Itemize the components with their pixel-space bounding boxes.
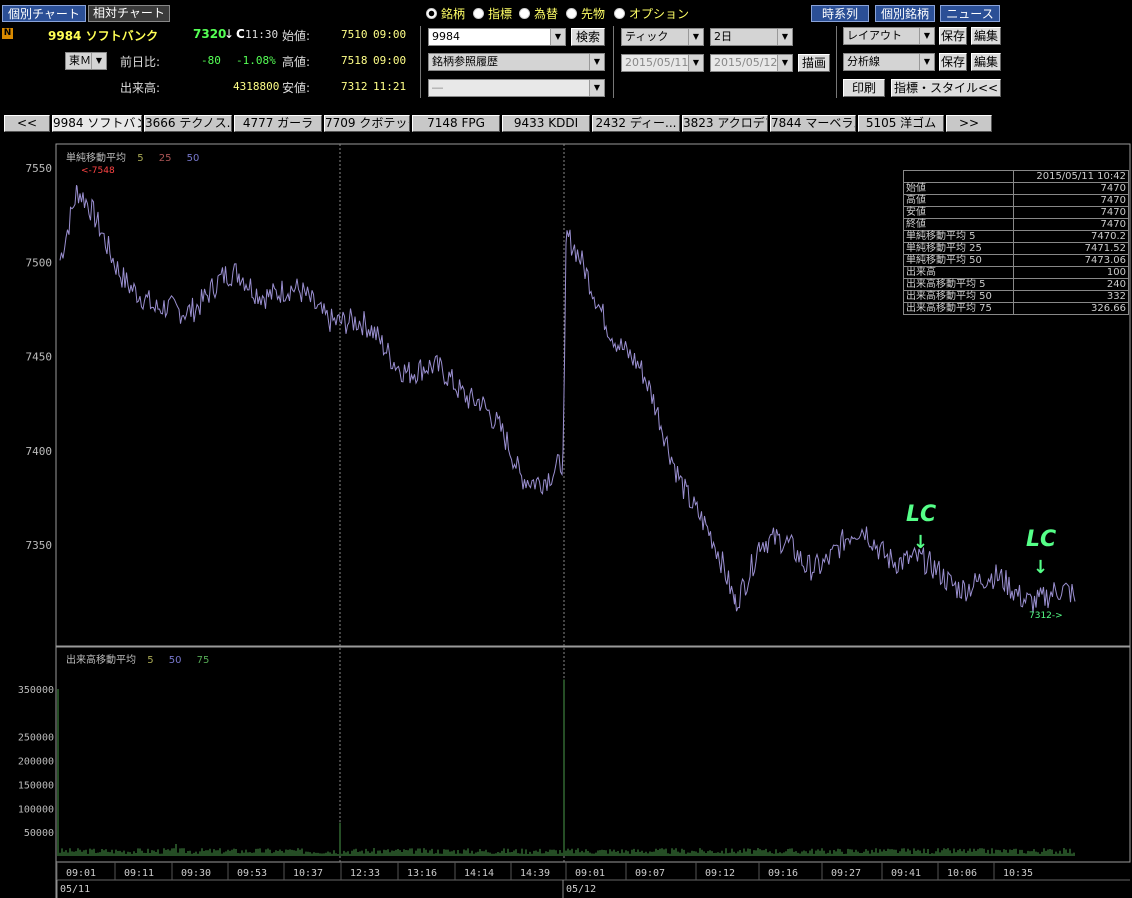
price-y-tick: 7400 [26,445,53,458]
info-row: 出来高移動平均 5 240 [902,278,1129,291]
volume-legend-period-5: 5 [147,655,154,666]
lc-annotation-1: LC [906,502,937,527]
x-tick-label: 09:30 [181,868,211,879]
info-row: 高値 7470 [902,194,1129,207]
lc-arrow-2-icon: ↓ [1033,557,1049,578]
info-row-value: 7470 [1013,206,1129,219]
info-row-value: 7470.2 [1013,230,1129,243]
volume-legend-period-75: 75 [196,655,210,666]
x-tick-label: 09:41 [891,868,921,879]
volume-y-tick: 100000 [18,804,54,815]
info-date: 2015/05/11 10:42 [1013,170,1129,183]
info-row-value: 7471.52 [1013,242,1129,255]
x-tick-label: 09:07 [635,868,665,879]
info-row-label: 出来高移動平均 75 [902,302,1015,315]
info-row-label: 高値 [902,194,1015,207]
info-row-label: 出来高移動平均 50 [902,290,1015,303]
volume-legend-period-50: 50 [168,655,182,666]
volume-legend: 出来高移動平均 5 50 75 [66,651,209,666]
info-row-value: 7470 [1013,182,1129,195]
volume-y-tick: 250000 [18,733,54,744]
x-date-label: 05/11 [60,884,90,895]
volume-panel-frame [55,646,1131,863]
x-tick-label: 14:14 [464,868,494,879]
price-legend-period-50: 50 [186,153,200,164]
max-price-label: <-7548 [81,166,115,176]
info-row-value: 240 [1013,278,1129,291]
x-tick-label: 10:35 [1003,868,1033,879]
price-legend-title: 単純移動平均 [66,153,126,164]
x-tick-label: 09:11 [124,868,154,879]
x-tick-label: 10:37 [293,868,323,879]
info-row-label: 単純移動平均 5 [902,230,1015,243]
x-tick-label: 09:01 [66,868,96,879]
x-tick-label: 10:06 [947,868,977,879]
info-row: 出来高移動平均 75 326.66 [902,302,1129,315]
lc-arrow-1-icon: ↓ [913,532,929,553]
info-row: 単純移動平均 5 7470.2 [902,230,1129,243]
info-row-label: 単純移動平均 25 [902,242,1015,255]
price-y-tick: 7450 [26,351,53,364]
info-header-blank [902,170,1015,183]
info-row: 安値 7470 [902,206,1129,219]
x-tick-label: 09:01 [575,868,605,879]
data-info-panel: 2015/05/11 10:42 始値 7470 高値 7470 安値 7470 終値 747… [902,170,1129,315]
info-row-label: 始値 [902,182,1015,195]
x-tick-label: 14:39 [520,868,550,879]
x-tick-label: 09:53 [237,868,267,879]
min-price-label: 7312-> [1029,611,1063,621]
price-legend-period-25: 25 [158,153,172,164]
info-row: 出来高移動平均 50 332 [902,290,1129,303]
x-tick-label: 09:16 [768,868,798,879]
lc-annotation-2: LC [1026,527,1057,552]
info-row: 始値 7470 [902,182,1129,195]
info-row: 終値 7470 [902,218,1129,231]
volume-y-tick: 150000 [18,780,54,791]
info-row-label: 単純移動平均 50 [902,254,1015,267]
info-row-value: 7470 [1013,194,1129,207]
info-row-value: 100 [1013,266,1129,279]
volume-y-tick: 350000 [18,685,54,696]
x-tick-label: 09:12 [705,868,735,879]
x-date-label: 05/12 [566,884,596,895]
info-row: 単純移動平均 25 7471.52 [902,242,1129,255]
x-tick-label: 13:16 [407,868,437,879]
x-tick-label: 09:27 [831,868,861,879]
info-row-label: 安値 [902,206,1015,219]
price-y-tick: 7550 [26,162,53,175]
info-row-value: 326.66 [1013,302,1129,315]
info-row-value: 7470 [1013,218,1129,231]
info-row-label: 出来高 [902,266,1015,279]
price-legend: 単純移動平均 5 25 50 [66,149,199,164]
price-legend-period-5: 5 [137,153,144,164]
info-row: 出来高 100 [902,266,1129,279]
info-row: 単純移動平均 50 7473.06 [902,254,1129,267]
info-row-label: 終値 [902,218,1015,231]
info-row-value: 332 [1013,290,1129,303]
x-tick-label: 12:33 [350,868,380,879]
info-row-label: 出来高移動平均 5 [902,278,1015,291]
volume-legend-title: 出来高移動平均 [66,655,136,666]
volume-y-tick: 200000 [18,757,54,768]
chart-area[interactable]: 7550750074507400735035000025000020000015… [0,0,1132,898]
info-row-value: 7473.06 [1013,254,1129,267]
price-y-tick: 7350 [26,539,53,552]
volume-y-tick: 50000 [24,828,54,839]
price-y-tick: 7500 [26,256,53,269]
